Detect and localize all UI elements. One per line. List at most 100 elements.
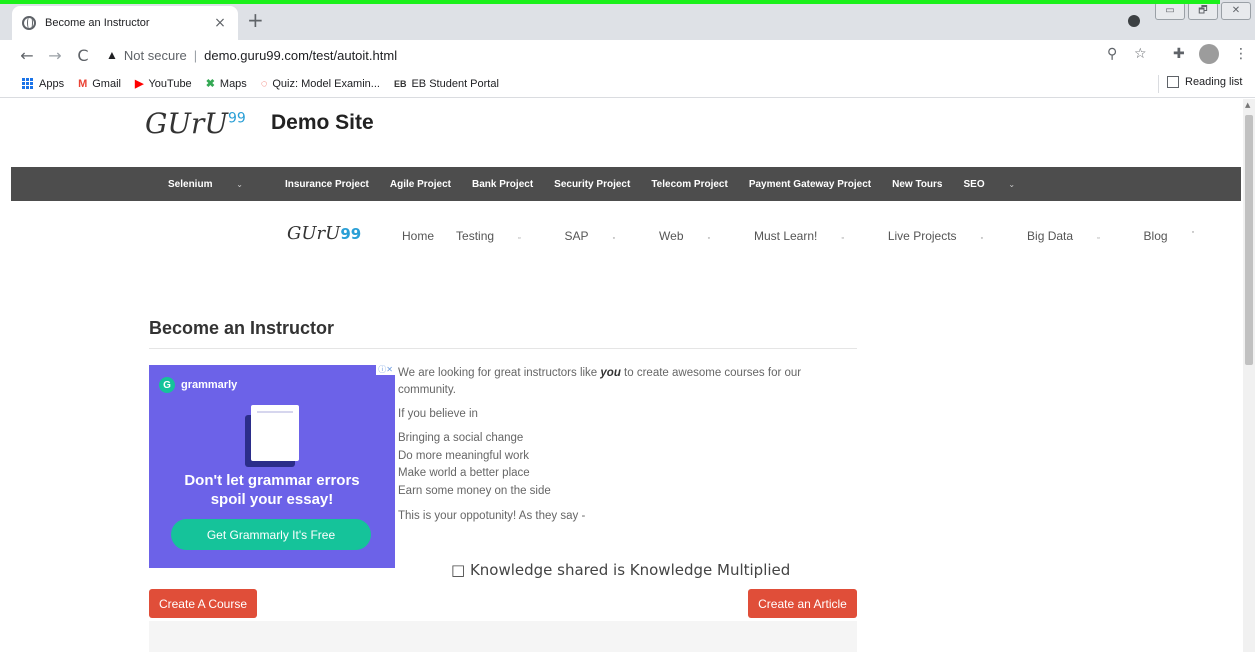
warning-triangle-icon[interactable]: ▲ <box>106 48 118 62</box>
tab-title: Become an Instructor <box>45 17 150 29</box>
apps-grid-icon <box>22 78 33 89</box>
caret-down-icon: ⌄ <box>236 179 243 189</box>
create-article-button[interactable]: Create an Article <box>748 589 857 618</box>
menu-label: Must Learn! <box>753 229 818 243</box>
tab-become-instructor[interactable]: Become an Instructor × <box>12 6 238 40</box>
menu-blog[interactable]: Blog <box>1144 229 1168 243</box>
scrollbar-thumb[interactable] <box>1245 115 1253 365</box>
menu-logo-number: 99 <box>340 225 362 243</box>
security-label[interactable]: Not secure <box>124 48 187 63</box>
extensions-icon[interactable]: ✚ <box>1173 46 1185 62</box>
logo-number: 99 <box>227 110 246 127</box>
close-window-button[interactable]: ✕ <box>1221 2 1251 20</box>
web-page: GUrU99 Demo Site Selenium ⌄ Insurance Pr… <box>0 99 1243 652</box>
new-tab-button[interactable]: + <box>247 10 264 30</box>
close-tab-icon[interactable]: × <box>212 15 228 31</box>
bookmark-label: Gmail <box>92 77 121 90</box>
believe-paragraph: If you believe in <box>398 408 478 420</box>
ad-headline-line2: spoil your essay! <box>210 491 334 508</box>
menu-logo-text: GUrU <box>287 223 341 244</box>
reload-icon[interactable]: C <box>72 46 94 65</box>
menu-sap[interactable]: SAP ▫ <box>565 229 638 243</box>
bookmark-maps[interactable]: ✖ Maps <box>205 77 247 91</box>
bookmarks-bar: Apps M Gmail ▶ YouTube ✖ Maps ◌ Quiz: Mo… <box>0 70 1255 98</box>
bookmark-gmail[interactable]: M Gmail <box>78 78 121 90</box>
dropdown-square-icon: ▫ <box>841 235 844 242</box>
bookmarks-divider <box>1158 75 1159 93</box>
back-arrow-icon[interactable]: ← <box>16 46 38 65</box>
caret-down-icon: ⌄ <box>1008 179 1016 189</box>
list-item: Earn some money on the side <box>398 484 551 497</box>
grammarly-logo-icon: G <box>159 377 175 393</box>
bookmark-label: YouTube <box>148 77 192 90</box>
nav-label: Selenium <box>168 178 213 190</box>
menu-kebab-icon[interactable]: ⋮ <box>1234 46 1248 62</box>
maps-icon: ✖ <box>205 78 215 90</box>
globe-icon <box>22 16 36 30</box>
bookmark-youtube[interactable]: ▶ YouTube <box>134 77 192 91</box>
dropdown-square-icon: ▫ <box>518 235 521 242</box>
menu-web[interactable]: Web ▫ <box>659 229 732 243</box>
menu-label: Big Data <box>1027 229 1074 243</box>
nav-new-tours[interactable]: New Tours <box>892 179 942 190</box>
address-bar[interactable]: ▲ Not secure | demo.guru99.com/test/auto… <box>106 44 1156 66</box>
dropdown-square-icon: ▫ <box>1097 235 1100 242</box>
forward-arrow-icon[interactable]: → <box>44 46 66 65</box>
reading-list-button[interactable]: Reading list <box>1167 76 1242 88</box>
nav-agile-project[interactable]: Agile Project <box>390 179 451 190</box>
window-controls: ▭ 🗗 ✕ <box>1155 2 1251 20</box>
guru99-logo[interactable]: GUrU99 <box>145 107 246 140</box>
bookmark-label: EB Student Portal <box>411 77 499 90</box>
document-icon <box>251 405 299 461</box>
zoom-icon[interactable]: ⚲ <box>1107 46 1117 62</box>
nav-telecom-project[interactable]: Telecom Project <box>651 179 728 190</box>
ad-cta-button[interactable]: Get Grammarly It's Free <box>171 519 371 550</box>
ad-info-close-icon[interactable]: ⓘ✕ <box>376 365 395 375</box>
nav-bank-project[interactable]: Bank Project <box>472 179 533 190</box>
profile-avatar[interactable] <box>1199 44 1219 64</box>
intro-text: We are looking for great instructors lik… <box>398 365 860 532</box>
nav-seo[interactable]: SEO ⌄ <box>964 179 1037 190</box>
page-title: Become an Instructor <box>149 318 335 338</box>
menu-live-projects[interactable]: Live Projects ▫ <box>888 229 1005 243</box>
bookmark-quiz[interactable]: ◌ Quiz: Model Examin... <box>261 78 380 90</box>
bookmark-eb-portal[interactable]: EB EB Student Portal <box>394 78 499 90</box>
intro-paragraph: We are looking for great instructors lik… <box>398 365 860 399</box>
nav-insurance-project[interactable]: Insurance Project <box>285 179 369 190</box>
profile-dot-icon[interactable] <box>1128 15 1140 27</box>
dropdown-square-icon: ▫ <box>707 235 710 242</box>
scroll-up-icon[interactable]: ▲ <box>1245 101 1250 109</box>
menu-testing[interactable]: Testing ▫ <box>456 229 543 243</box>
reading-list-label: Reading list <box>1185 76 1243 88</box>
grammarly-ad[interactable]: ⓘ✕ G grammarly Don't let grammar errors … <box>149 365 395 568</box>
main-menu: Home Testing ▫ SAP ▫ Web ▫ Must Learn! ▫ Liv… <box>402 229 1216 243</box>
nav-payment-gateway-project[interactable]: Payment Gateway Project <box>749 179 871 190</box>
restore-button[interactable]: 🗗 <box>1188 2 1218 20</box>
menu-must-learn[interactable]: Must Learn! ▫ <box>754 229 866 243</box>
ad-brand-name: grammarly <box>181 379 238 391</box>
reading-list-icon <box>1167 76 1179 88</box>
project-nav-bar: Selenium ⌄ Insurance Project Agile Proje… <box>11 167 1241 201</box>
menu-big-data[interactable]: Big Data ▫ <box>1027 229 1122 243</box>
eb-portal-icon: EB <box>393 78 407 89</box>
menu-home[interactable]: Home <box>402 229 434 243</box>
page-scrollbar[interactable]: ▲ <box>1243 99 1255 652</box>
bookmark-apps[interactable]: Apps <box>22 78 64 90</box>
guru99-menu-logo[interactable]: GUrU99 <box>287 223 361 244</box>
menu-search-square-icon[interactable]: ▫ <box>1192 229 1194 243</box>
ad-headline-line1: Don't let grammar errors <box>184 472 360 489</box>
minimize-button[interactable]: ▭ <box>1155 2 1185 20</box>
star-icon[interactable]: ☆ <box>1134 46 1147 62</box>
nav-selenium[interactable]: Selenium ⌄ <box>168 179 264 190</box>
nav-label: SEO <box>963 178 985 190</box>
create-course-button[interactable]: Create A Course <box>149 589 257 618</box>
browser-toolbar: ← → C ▲ Not secure | demo.guru99.com/tes… <box>0 40 1255 70</box>
intro-emphasis: you <box>600 367 621 379</box>
youtube-icon: ▶ <box>134 78 144 90</box>
browser-window: Become an Instructor × + ▭ 🗗 ✕ ← → C ▲ N… <box>0 0 1255 652</box>
nav-security-project[interactable]: Security Project <box>554 179 630 190</box>
url-text[interactable]: demo.guru99.com/test/autoit.html <box>204 48 397 63</box>
bookmark-label: Apps <box>39 77 65 90</box>
ad-brand: G grammarly <box>159 377 237 393</box>
bookmark-label: Maps <box>219 77 247 90</box>
